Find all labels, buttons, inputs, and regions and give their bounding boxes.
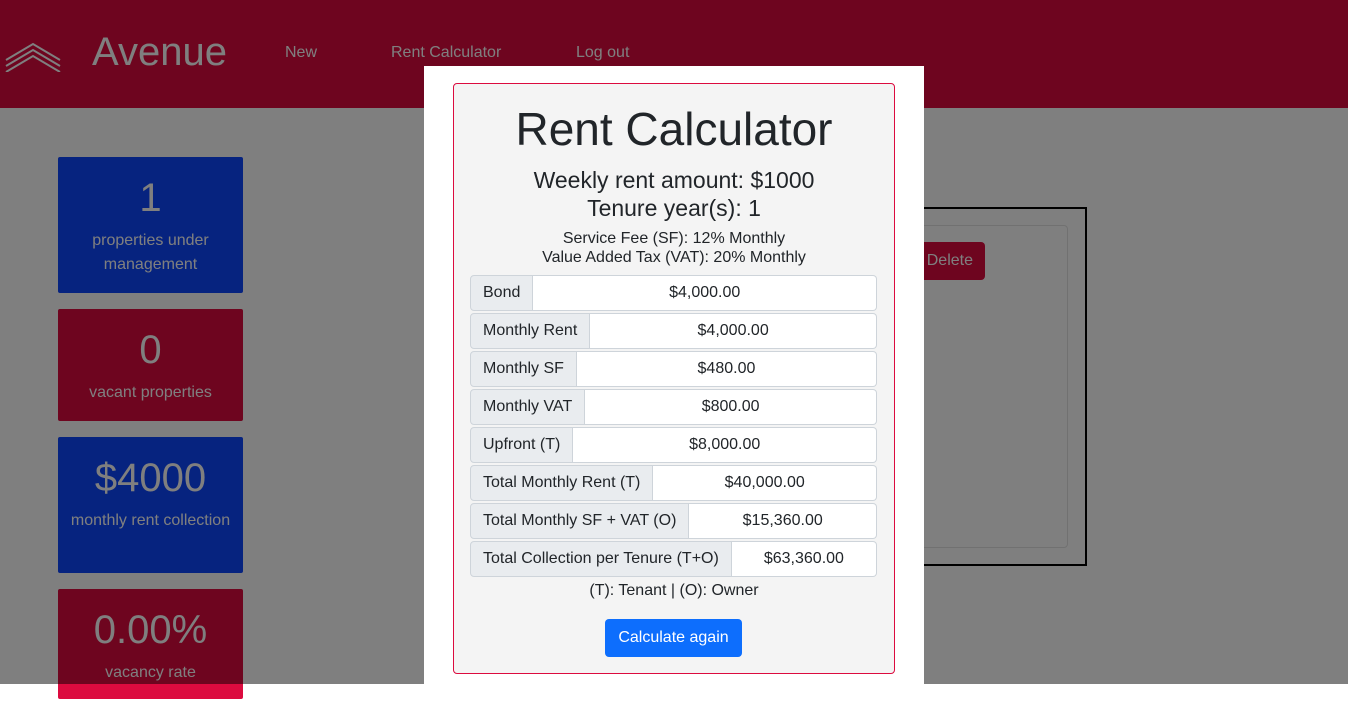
- result-row-bond: Bond $4,000.00: [470, 275, 877, 311]
- row-value-field[interactable]: $8,000.00: [573, 427, 877, 463]
- row-label: Total Monthly SF + VAT (O): [470, 503, 690, 539]
- row-value-field[interactable]: $800.00: [585, 389, 877, 425]
- row-value-field[interactable]: $480.00: [576, 351, 877, 387]
- row-label: Bond: [470, 275, 534, 311]
- result-row-total-collection: Total Collection per Tenure (T+O) $63,36…: [470, 541, 877, 577]
- row-label: Total Collection per Tenure (T+O): [470, 541, 732, 577]
- row-value-field[interactable]: $4,000.00: [533, 275, 877, 311]
- row-value-field[interactable]: $40,000.00: [653, 465, 877, 501]
- row-label: Monthly Rent: [470, 313, 591, 349]
- result-row-monthly-sf: Monthly SF $480.00: [470, 351, 877, 387]
- calculate-again-button[interactable]: Calculate again: [605, 619, 742, 657]
- calculator-title: Rent Calculator: [515, 103, 833, 155]
- weekly-rent-amount: Weekly rent amount: $1000: [533, 167, 815, 193]
- row-value-field[interactable]: $63,360.00: [731, 541, 877, 577]
- tenant-owner-legend: (T): Tenant | (O): Owner: [589, 582, 759, 599]
- tenure-years: Tenure year(s): 1: [587, 195, 761, 221]
- row-label: Total Monthly Rent (T): [470, 465, 654, 501]
- result-row-total-sf-vat: Total Monthly SF + VAT (O) $15,360.00: [470, 503, 877, 539]
- row-value-field[interactable]: $15,360.00: [689, 503, 877, 539]
- result-row-upfront: Upfront (T) $8,000.00: [470, 427, 877, 463]
- row-label: Monthly SF: [470, 351, 577, 387]
- row-label: Monthly VAT: [470, 389, 586, 425]
- vat-text: Value Added Tax (VAT): 20% Monthly: [542, 249, 806, 266]
- result-row-monthly-rent: Monthly Rent $4,000.00: [470, 313, 877, 349]
- row-value-field[interactable]: $4,000.00: [590, 313, 877, 349]
- result-row-monthly-vat: Monthly VAT $800.00: [470, 389, 877, 425]
- result-row-total-monthly-rent: Total Monthly Rent (T) $40,000.00: [470, 465, 877, 501]
- row-label: Upfront (T): [470, 427, 574, 463]
- service-fee-text: Service Fee (SF): 12% Monthly: [562, 230, 786, 247]
